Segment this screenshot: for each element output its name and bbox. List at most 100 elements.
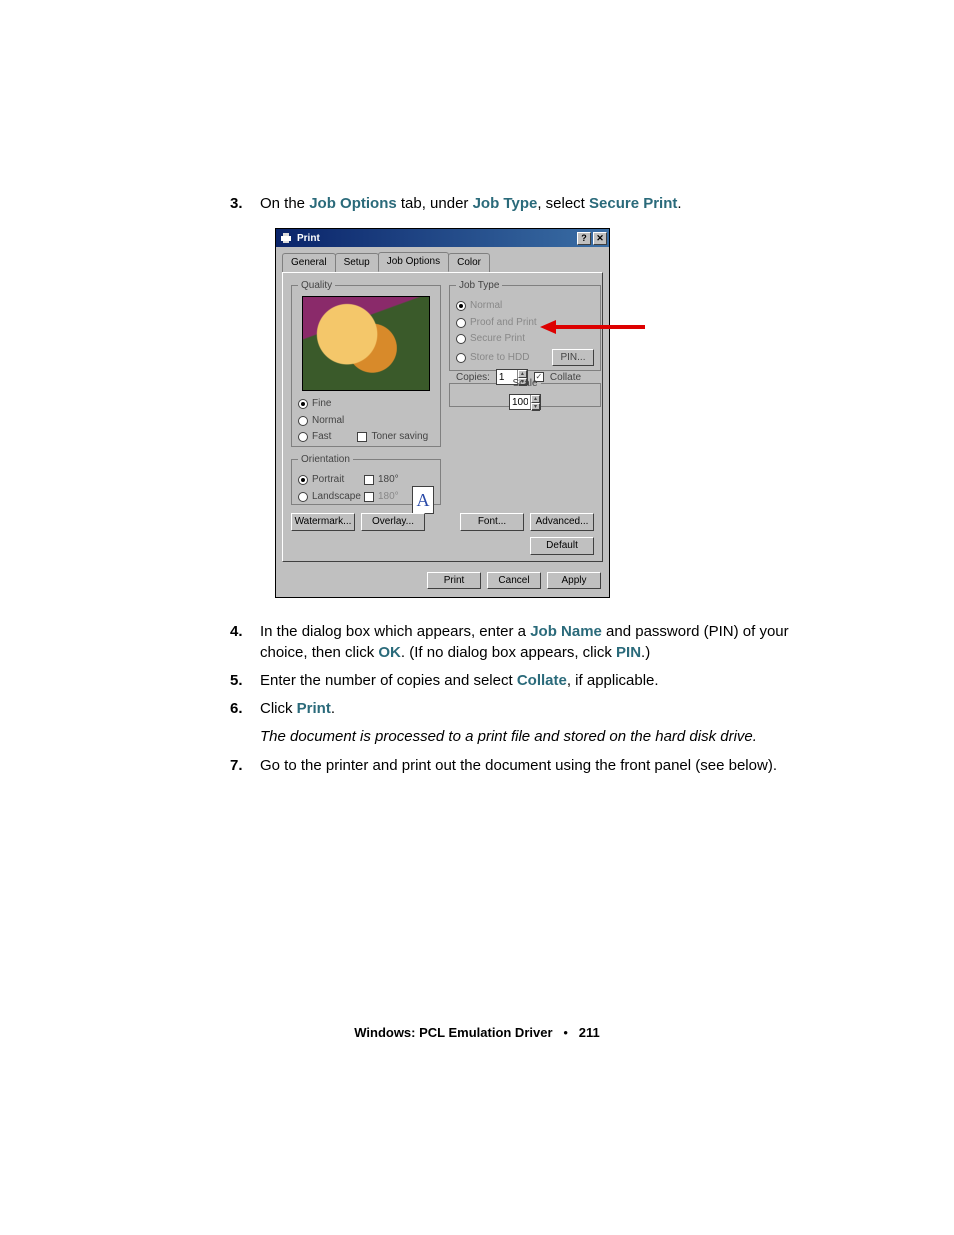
- jobtype-secure-row[interactable]: Secure Print: [456, 332, 594, 346]
- text: Enter the number of copies and select: [260, 672, 517, 689]
- link-job-name: Job Name: [530, 623, 602, 640]
- quality-preview-image: [302, 296, 430, 391]
- watermark-button[interactable]: Watermark...: [291, 513, 355, 531]
- collate-label: Collate: [550, 371, 581, 385]
- apply-button[interactable]: Apply: [547, 572, 601, 590]
- jobtype-normal-row[interactable]: Normal: [456, 299, 594, 313]
- quality-group: Quality Fine Normal: [291, 279, 441, 447]
- cancel-button[interactable]: Cancel: [487, 572, 541, 590]
- text: tab, under: [397, 195, 473, 212]
- step-text: Click Print.: [260, 700, 335, 717]
- dialog-footer: Print Cancel Apply: [276, 568, 609, 598]
- jobtype-proof-row[interactable]: Proof and Print: [456, 316, 594, 330]
- radio-icon: [456, 318, 466, 328]
- text: On the: [260, 195, 309, 212]
- close-button[interactable]: ✕: [593, 232, 607, 245]
- footer-sep: •: [563, 1025, 568, 1040]
- step-text: On the Job Options tab, under Job Type, …: [260, 195, 682, 212]
- quality-fine-row[interactable]: Fine: [298, 397, 434, 411]
- text: In the dialog box which appears, enter a: [260, 623, 530, 640]
- radio-icon: [456, 334, 466, 344]
- footer-title: Windows: PCL Emulation Driver: [354, 1025, 552, 1040]
- tab-row: General Setup Job Options Color: [276, 247, 609, 272]
- jobtype-store-label: Store to HDD: [470, 351, 529, 365]
- quality-fast-row[interactable]: Fast Toner saving: [298, 430, 434, 444]
- step-text: Go to the printer and print out the docu…: [260, 757, 777, 774]
- text: .): [641, 644, 650, 661]
- link-collate: Collate: [517, 672, 567, 689]
- checkbox-icon[interactable]: [357, 432, 367, 442]
- copies-label: Copies:: [456, 371, 490, 385]
- tab-job-options[interactable]: Job Options: [378, 252, 449, 272]
- quality-legend: Quality: [298, 279, 335, 293]
- text: , if applicable.: [567, 672, 659, 689]
- portrait-label: Portrait: [312, 473, 360, 487]
- quality-normal-label: Normal: [312, 414, 344, 428]
- jobtype-proof-label: Proof and Print: [470, 316, 537, 330]
- print-button[interactable]: Print: [427, 572, 481, 590]
- left-column: Quality Fine Normal: [291, 279, 441, 511]
- quality-fine-label: Fine: [312, 397, 331, 411]
- instruction-list: 3. On the Job Options tab, under Job Typ…: [245, 194, 794, 776]
- link-secure-print: Secure Print: [589, 195, 677, 212]
- step-6-note: The document is processed to a print fil…: [260, 727, 794, 747]
- job-type-group: Job Type Normal Proof and Print: [449, 279, 601, 371]
- link-job-type: Job Type: [473, 195, 538, 212]
- help-button[interactable]: ?: [577, 232, 591, 245]
- job-type-legend: Job Type: [456, 279, 502, 293]
- overlay-button[interactable]: Overlay...: [361, 513, 425, 531]
- tab-setup[interactable]: Setup: [335, 253, 379, 273]
- radio-icon: [456, 353, 466, 363]
- spinner-arrows-icon[interactable]: ▴▾: [530, 395, 540, 409]
- printer-icon: [279, 231, 293, 245]
- step-number: 6.: [230, 699, 243, 719]
- tab-general[interactable]: General: [282, 253, 336, 273]
- step-text: Enter the number of copies and select Co…: [260, 672, 659, 689]
- advanced-button[interactable]: Advanced...: [530, 513, 594, 531]
- step-number: 3.: [230, 194, 243, 214]
- step-number: 7.: [230, 756, 243, 776]
- footer-page: 211: [579, 1025, 600, 1040]
- scale-spinner[interactable]: ▴▾: [509, 394, 541, 410]
- orientation-legend: Orientation: [298, 453, 353, 467]
- orientation-group: Orientation Portrait 180° Landscape: [291, 453, 441, 505]
- jobtype-normal-label: Normal: [470, 299, 502, 313]
- step-3: 3. On the Job Options tab, under Job Typ…: [245, 194, 794, 598]
- jobtype-store-row[interactable]: Store to HDD PIN...: [456, 349, 594, 367]
- radio-icon: [298, 492, 308, 502]
- dialog-mid-buttons: Watermark... Overlay... Font... Advanced…: [291, 513, 594, 531]
- checkbox-icon[interactable]: [364, 492, 374, 502]
- default-button[interactable]: Default: [530, 537, 594, 555]
- step-number: 5.: [230, 671, 243, 691]
- tab-body: Quality Fine Normal: [282, 272, 603, 562]
- checkbox-icon[interactable]: [364, 475, 374, 485]
- link-pin: PIN: [616, 644, 641, 661]
- step-6: 6. Click Print. The document is processe…: [245, 699, 794, 748]
- right-column: Job Type Normal Proof and Print: [449, 279, 601, 413]
- page-footer: Windows: PCL Emulation Driver • 211: [0, 1025, 954, 1040]
- radio-icon: [298, 475, 308, 485]
- tab-color[interactable]: Color: [448, 253, 490, 273]
- step-text: In the dialog box which appears, enter a…: [260, 623, 789, 660]
- dialog-title: Print: [297, 232, 320, 246]
- radio-icon: [298, 416, 308, 426]
- quality-fast-label: Fast: [312, 430, 331, 444]
- text: Click: [260, 700, 297, 717]
- page-content: 3. On the Job Options tab, under Job Typ…: [0, 0, 954, 776]
- step-4: 4. In the dialog box which appears, ente…: [245, 622, 794, 663]
- scale-input[interactable]: [510, 397, 530, 408]
- print-dialog: Print ? ✕ General Setup Job Options Colo…: [275, 228, 610, 598]
- rot180-label: 180°: [378, 473, 399, 487]
- text: . (If no dialog box appears, click: [401, 644, 616, 661]
- default-row: Default: [530, 537, 594, 555]
- pin-button[interactable]: PIN...: [552, 349, 594, 367]
- step-number: 4.: [230, 622, 243, 642]
- text: .: [331, 700, 335, 717]
- link-print: Print: [297, 700, 331, 717]
- font-button[interactable]: Font...: [460, 513, 524, 531]
- rot180-label-2: 180°: [378, 490, 399, 504]
- radio-icon: [298, 432, 308, 442]
- orientation-portrait-row[interactable]: Portrait 180°: [298, 473, 434, 487]
- jobtype-secure-label: Secure Print: [470, 332, 525, 346]
- quality-normal-row[interactable]: Normal: [298, 414, 434, 428]
